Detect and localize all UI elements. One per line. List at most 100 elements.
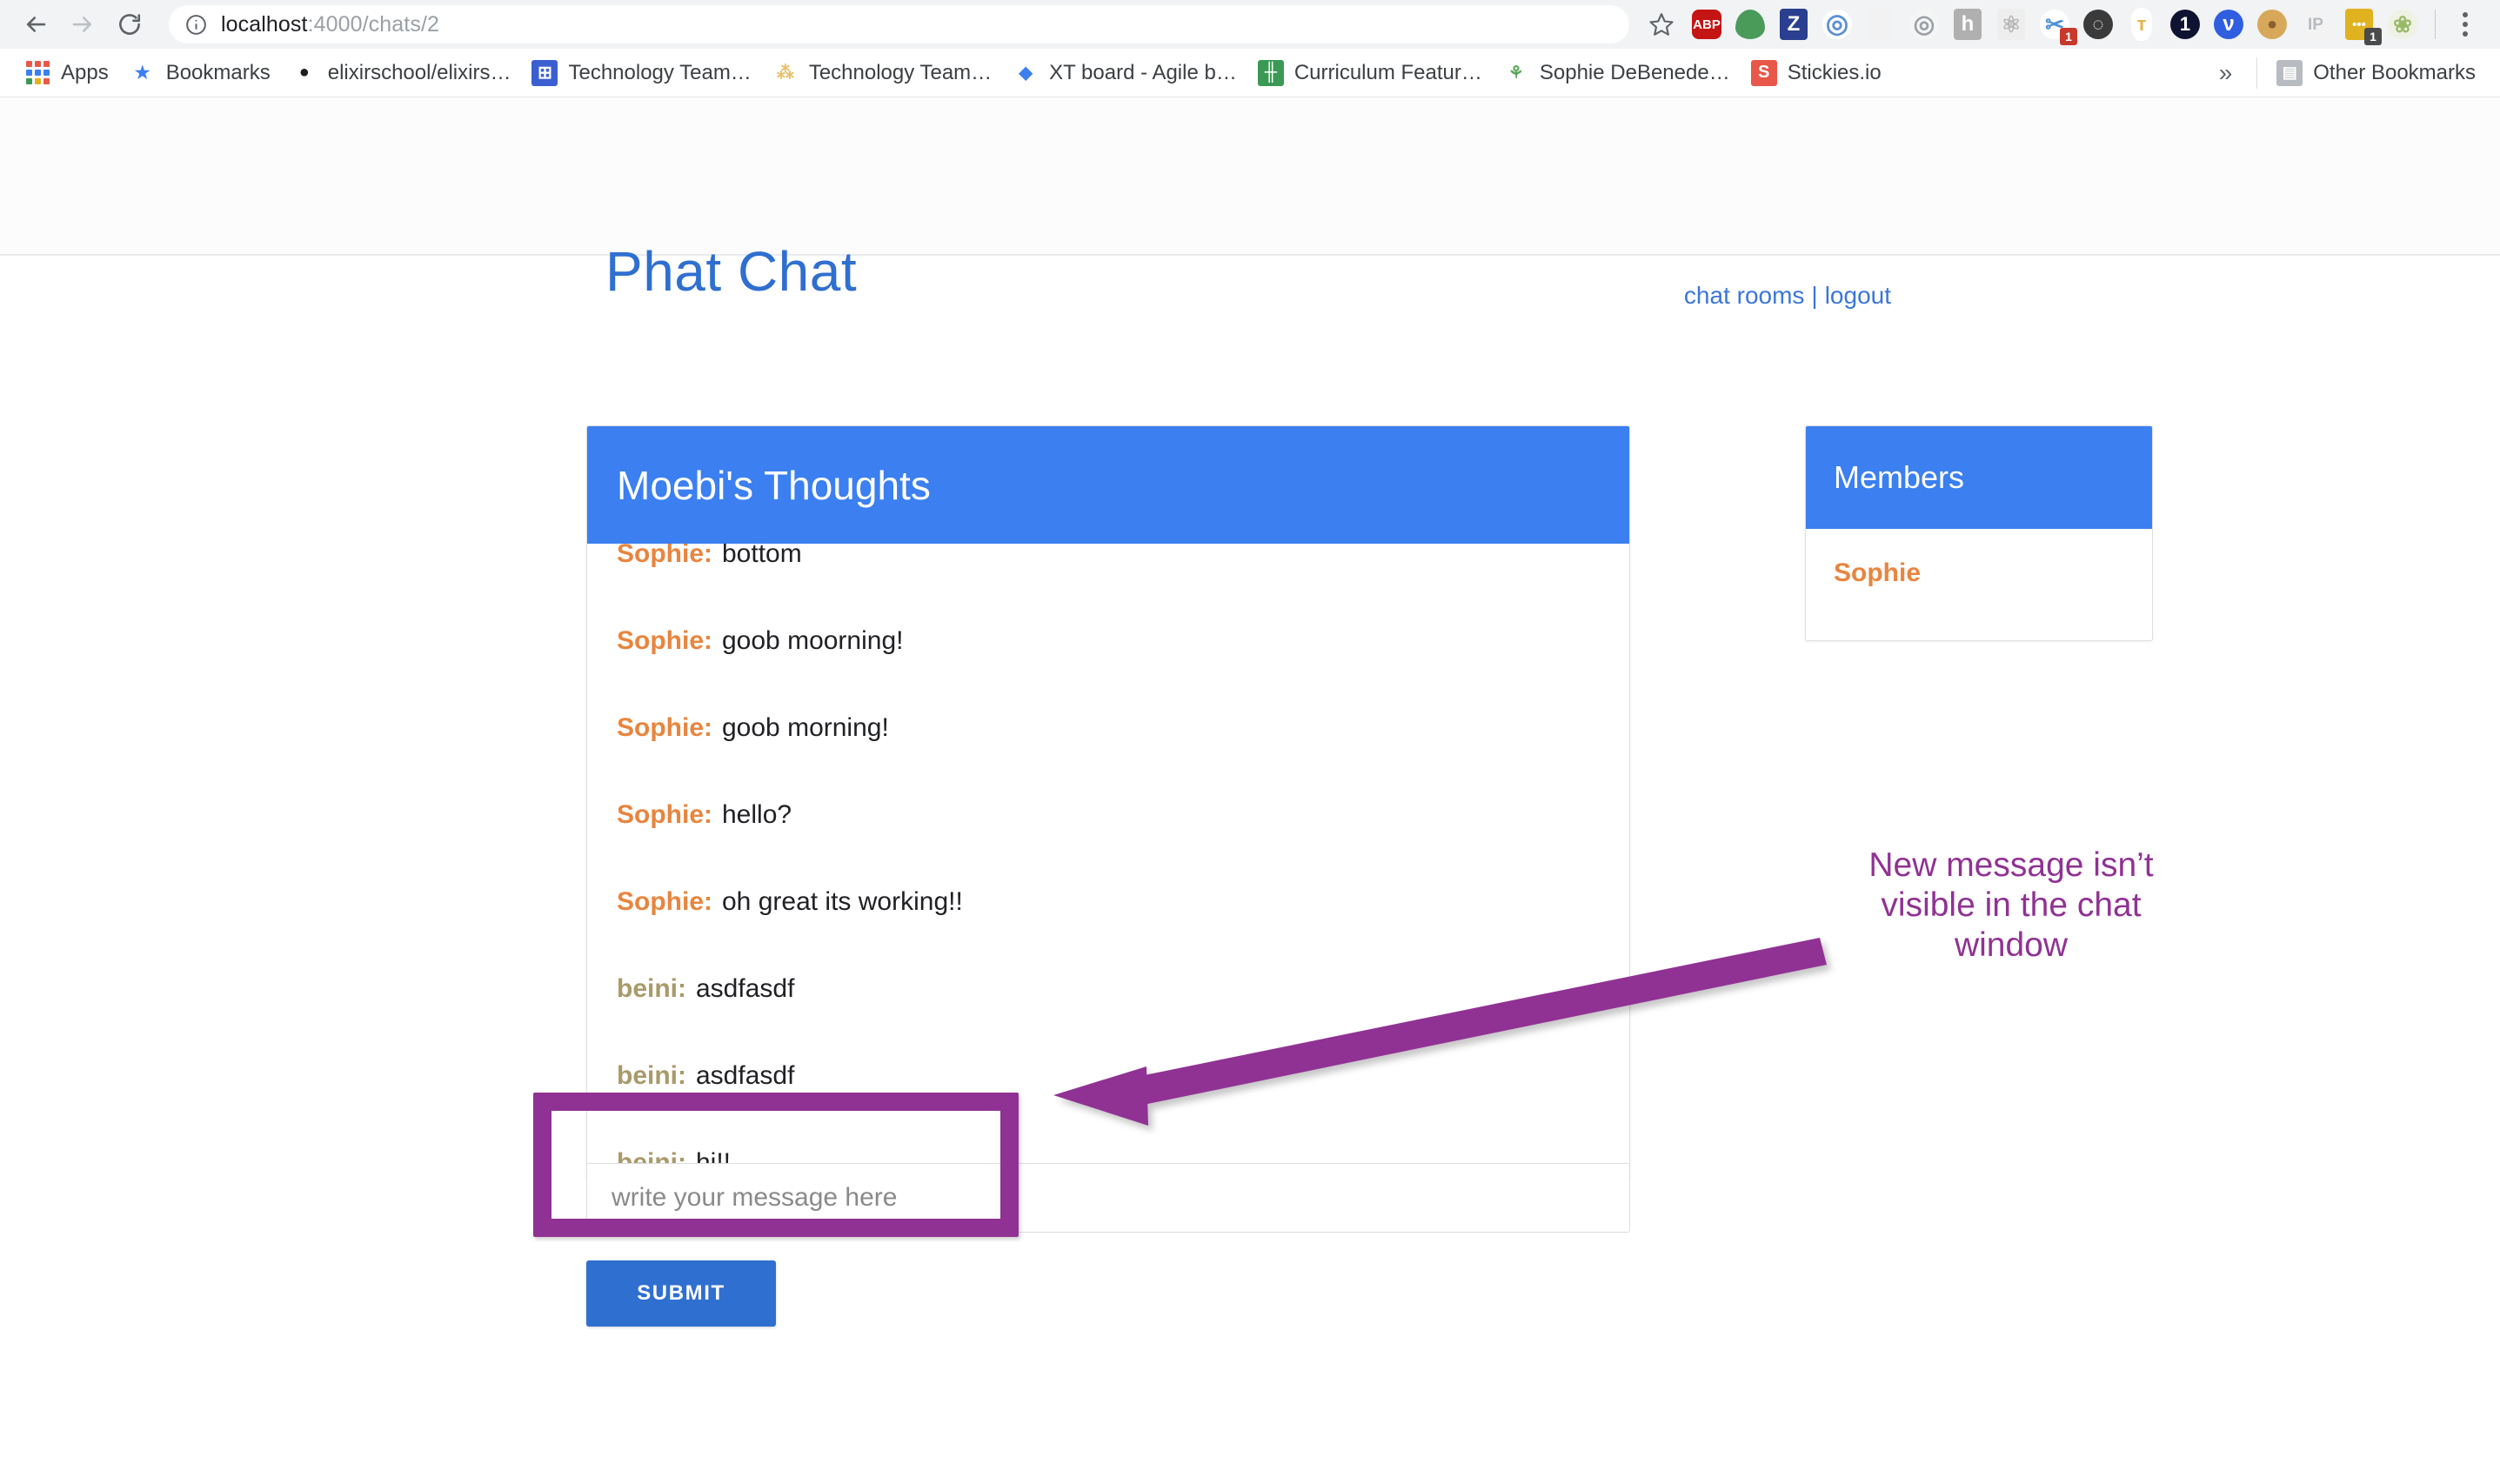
bookmark-list: Apps ★ Bookmarks ● elixirschool/elixirs… ⊞ Tec… [14,54,1892,92]
trello-icon: ╫ [1257,59,1284,86]
submit-button[interactable]: SUBMIT [586,1260,776,1327]
annotation-text: New message isn’t visible in the chat wi… [1868,846,2154,965]
message-text: asdfasdf [696,1061,795,1090]
confluence-icon: ⁂ [776,64,794,83]
bookmark-label: Stickies.io [1787,60,1882,84]
chat-message: beini: asdfasdf [617,946,1600,1033]
folder-icon: ▤ [2276,59,2303,86]
cookie-extension[interactable]: ● [2253,5,2291,43]
url-host: localhost [221,11,308,37]
film-reel-extension[interactable]: ◌ [2079,5,2117,43]
adblock-plus-extension[interactable]: ABP [1688,5,1726,43]
bookmark-technology-team-doc[interactable]: ⁂ Technology Team… [762,54,1002,92]
page-title: Phat Chat [605,240,858,303]
bookmark-star-icon[interactable] [1641,4,1681,44]
message-author: Sophie: [617,626,712,655]
bookmark-label: elixirschool/elixirs… [327,60,511,84]
loop-extension-glyph: ◎ [1822,10,1852,39]
forward-arrow-icon[interactable] [59,1,106,48]
chat-message: Sophie: goob morning! [617,685,1600,772]
green-leaf-extension[interactable] [1731,5,1769,43]
bookmark-elixirschool[interactable]: ● elixirschool/elixirs… [281,54,522,92]
chat-message: Sophie: bottom [617,544,1600,598]
bookmark-sophie-debenedetto[interactable]: ⚘ Sophie DeBenede… [1493,54,1741,92]
site-info-icon[interactable] [183,11,209,37]
members-list: Sophie [1806,529,2152,640]
zotero-extension[interactable]: Z [1775,5,1813,43]
honey-extension[interactable]: h [1949,5,1987,43]
message-author: beini: [617,974,686,1003]
other-bookmarks-folder[interactable]: ▤ Other Bookmarks [2266,54,2486,92]
bookmark-label: Bookmarks [165,60,271,84]
bookmark-label: Sophie DeBenede… [1539,60,1730,84]
url-text: localhost:4000/chats/2 [221,12,439,37]
onetab-extension-glyph: 1 [2170,10,2200,39]
message-author: Sophie: [617,887,712,916]
cookie-extension-glyph: ● [2257,10,2287,39]
bookmarks-bar: Apps ★ Bookmarks ● elixirschool/elixirs… ⊞ Tec… [0,49,2500,97]
bookmarks-divider [2256,57,2258,89]
chat-message: Sophie: hello? [617,772,1600,859]
jira-diamond-icon: ◆ [1019,64,1033,83]
members-panel: Members Sophie [1805,425,2153,641]
bookmark-apps[interactable]: Apps [14,54,119,92]
logout-link[interactable]: logout [1825,282,1891,309]
members-title: Members [1834,459,1965,495]
google-sheets-icon: ⊞ [531,59,558,86]
flower-profile-extension[interactable]: ❀ [2383,5,2422,43]
page-content: Phat Chat chat rooms | logout Moebi's Thou… [0,97,2500,1484]
note-page-extension[interactable] [1862,5,1900,43]
green-leaf-extension-glyph [1735,10,1765,39]
bookmark-label: Apps [61,60,109,84]
note-page-extension-glyph [1868,9,1893,40]
bookmark-curriculum-features[interactable]: ╫ Curriculum Featur… [1247,54,1493,92]
chat-panel-header: Moebi's Thoughts [587,426,1629,544]
ip-address-extension[interactable]: IP [2296,5,2335,43]
nav-separator: | [1811,282,1818,309]
chat-rooms-link[interactable]: chat rooms [1684,282,1805,309]
other-bookmarks-label: Other Bookmarks [2313,60,2476,84]
vimium-extension[interactable]: ν [2209,5,2248,43]
star-icon: ★ [134,64,150,83]
target-circle-extension[interactable]: ◎ [1905,5,1943,43]
chat-message: Sophie: oh great its working!! [617,859,1600,946]
three-dot-menu-icon[interactable] [2446,5,2484,43]
bookmark-label: Technology Team… [808,60,993,84]
scissors-extension-badge: 1 [2060,28,2077,45]
message-list[interactable]: Sophie: bottom Sophie: goob moorning! Sophie… [587,544,1629,1179]
chat-room-title: Moebi's Thoughts [617,462,931,508]
chat-message: beini: asdfasdf [617,1033,1600,1120]
github-icon: ● [298,63,310,82]
bookmark-xt-board[interactable]: ◆ XT board - Agile b… [1002,54,1247,92]
url-path: :4000/chats/2 [307,11,439,37]
test-tube-extension-glyph: ᴛ [2131,8,2152,41]
evernote-extension[interactable]: ••• 1 [2340,5,2382,45]
message-text: goob moorning! [722,626,904,655]
react-devtools-extension-glyph: ⚛ [1997,9,2025,40]
extension-icon-row: ABP Z ◎ ◎ h ⚛ ✂ 1 ◌ ᴛ 1 ν ● IP ••• 1 ❀ [1685,5,2424,45]
bookmark-bookmarks-folder[interactable]: ★ Bookmarks [119,54,281,92]
address-bar[interactable]: localhost:4000/chats/2 [169,5,1629,43]
message-text: hello? [722,800,792,829]
stickies-icon: S [1750,59,1777,86]
react-devtools-extension[interactable]: ⚛ [1992,5,2030,43]
message-author: Sophie: [617,713,712,742]
loop-extension[interactable]: ◎ [1818,5,1856,43]
test-tube-extension[interactable]: ᴛ [2122,5,2161,43]
scissors-extension[interactable]: ✂ 1 [2035,5,2077,45]
message-input[interactable] [586,1163,1630,1233]
onetab-extension[interactable]: 1 [2166,5,2204,43]
message-author: Sophie: [617,544,712,568]
medium-icon: ⚘ [1507,64,1524,83]
film-reel-extension-glyph: ◌ [2083,10,2113,39]
bookmark-label: Technology Team… [568,60,752,84]
bookmark-technology-team-sheet[interactable]: ⊞ Technology Team… [521,54,761,92]
bookmarks-overflow-button[interactable]: » [2203,59,2249,87]
message-text: asdfasdf [696,974,795,1003]
back-arrow-icon[interactable] [12,1,59,48]
reload-icon[interactable] [106,1,153,48]
message-text: oh great its working!! [722,887,963,916]
honey-extension-glyph: h [1954,9,1982,40]
bookmark-stickies-io[interactable]: S Stickies.io [1741,54,1892,92]
message-author: Sophie: [617,800,712,829]
